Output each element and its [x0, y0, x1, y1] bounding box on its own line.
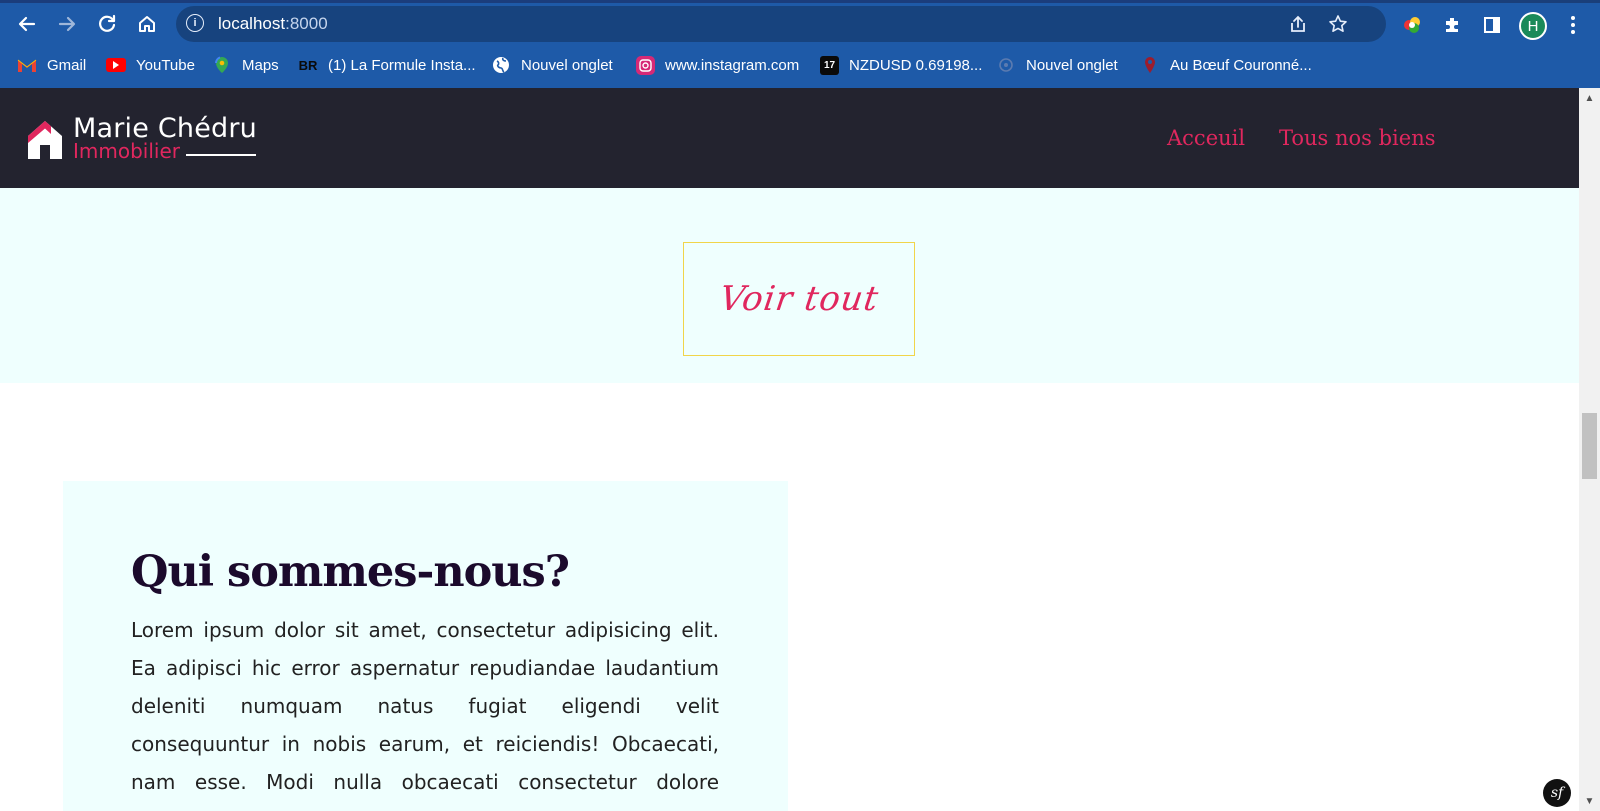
gmail-icon	[17, 56, 37, 74]
scroll-down-icon[interactable]: ▼	[1579, 791, 1600, 811]
extensions-puzzle-icon[interactable]	[1439, 12, 1465, 38]
bookmark-maps[interactable]: Maps	[212, 55, 279, 75]
site-logo[interactable]: Marie Chédru Immobilier	[26, 113, 266, 163]
loading-bar	[0, 0, 1600, 3]
bookmark-gmail[interactable]: Gmail	[17, 55, 86, 75]
browser-chrome: i localhost:8000 H Gmail YouTube Maps BR…	[0, 0, 1600, 88]
page-viewport: Marie Chédru Immobilier Acceuil Tous nos…	[0, 88, 1579, 811]
bookmark-au-boeuf[interactable]: Au Bœuf Couronné...	[1140, 55, 1312, 75]
side-panel-icon[interactable]	[1479, 12, 1505, 38]
home-icon[interactable]	[131, 8, 163, 40]
bookmark-la-formule[interactable]: BR (1) La Formule Insta...	[298, 55, 476, 75]
listing-section-footer: Voir tout	[0, 188, 1579, 383]
share-icon[interactable]	[1286, 12, 1310, 36]
site-header: Marie Chédru Immobilier Acceuil Tous nos…	[0, 88, 1579, 188]
menu-kebab-icon[interactable]	[1560, 12, 1586, 38]
nav-link-tous-nos-biens[interactable]: Tous nos biens	[1279, 126, 1436, 156]
scrollbar-thumb[interactable]	[1582, 413, 1597, 479]
globe-icon	[491, 56, 511, 74]
address-bar[interactable]: i localhost:8000	[176, 6, 1386, 42]
extension-color-icon[interactable]	[1399, 12, 1425, 38]
about-title: Qui sommes-nous?	[131, 547, 570, 597]
nav-link-acceuil[interactable]: Acceuil	[1167, 126, 1245, 156]
browser-toolbar: i localhost:8000 H	[0, 4, 1600, 44]
profile-avatar[interactable]: H	[1519, 12, 1547, 40]
voir-tout-button[interactable]: Voir tout	[683, 242, 915, 356]
voir-tout-label: Voir tout	[716, 279, 882, 319]
site-info-icon[interactable]: i	[186, 14, 204, 32]
house-logo-icon	[28, 121, 62, 159]
maps-icon	[212, 56, 232, 74]
brand-subtitle: Immobilier	[73, 139, 180, 163]
bookmark-nzdusd[interactable]: 17 NZDUSD 0.69198...	[820, 55, 982, 75]
tradingview-icon: 17	[820, 55, 839, 75]
bookmark-nouvel-onglet-2[interactable]: Nouvel onglet	[996, 55, 1118, 75]
forward-icon[interactable]	[51, 8, 83, 40]
symfony-toolbar-icon[interactable]: sf	[1543, 779, 1571, 807]
brand-underline	[186, 154, 256, 156]
reload-icon[interactable]	[91, 8, 123, 40]
page-scrollbar[interactable]: ▲ ▼	[1579, 88, 1600, 811]
instagram-icon	[636, 55, 655, 75]
youtube-icon	[106, 58, 126, 72]
bookmarks-bar: Gmail YouTube Maps BR (1) La Formule Ins…	[0, 50, 1600, 80]
bookmark-star-icon[interactable]	[1326, 12, 1350, 36]
about-text: Lorem ipsum dolor sit amet, consectetur …	[131, 618, 719, 811]
tab-icon	[996, 56, 1016, 74]
scroll-up-icon[interactable]: ▲	[1579, 88, 1600, 108]
bookmark-instagram[interactable]: www.instagram.com	[636, 55, 799, 75]
pin-icon	[1140, 56, 1160, 74]
bookmark-youtube[interactable]: YouTube	[106, 55, 195, 75]
bookmark-nouvel-onglet-1[interactable]: Nouvel onglet	[491, 55, 613, 75]
br-icon: BR	[298, 57, 318, 73]
url-text: localhost:8000	[218, 14, 328, 33]
about-card: Qui sommes-nous? Lorem ipsum dolor sit a…	[63, 481, 788, 811]
back-icon[interactable]	[11, 8, 43, 40]
